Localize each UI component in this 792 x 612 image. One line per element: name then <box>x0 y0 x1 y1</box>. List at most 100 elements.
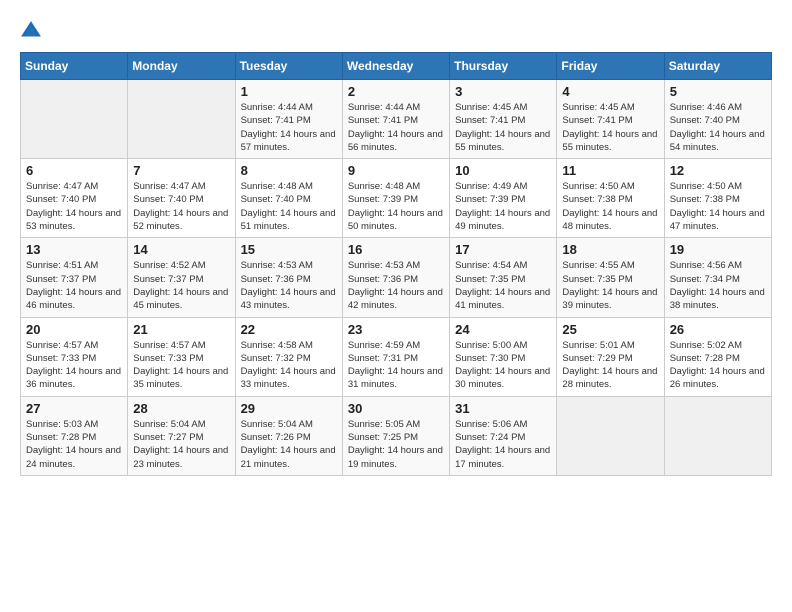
weekday-header-sunday: Sunday <box>21 53 128 80</box>
calendar-cell: 24 Sunrise: 5:00 AM Sunset: 7:30 PM Dayli… <box>450 317 557 396</box>
page-header <box>20 20 772 42</box>
day-info: Sunrise: 5:03 AM Sunset: 7:28 PM Dayligh… <box>26 418 122 471</box>
calendar-cell: 9 Sunrise: 4:48 AM Sunset: 7:39 PM Daylig… <box>342 159 449 238</box>
day-number: 22 <box>241 322 337 337</box>
calendar-cell: 6Sunrise: 4:47 AM Sunset: 7:40 PM Daylig… <box>21 159 128 238</box>
day-info: Sunrise: 4:57 AM Sunset: 7:33 PM Dayligh… <box>133 339 229 392</box>
day-info: Sunrise: 5:02 AM Sunset: 7:28 PM Dayligh… <box>670 339 766 392</box>
day-number: 20 <box>26 322 122 337</box>
calendar-cell <box>557 396 664 475</box>
day-number: 9 <box>348 163 444 178</box>
day-number: 11 <box>562 163 658 178</box>
calendar-cell: 7 Sunrise: 4:47 AM Sunset: 7:40 PM Daylig… <box>128 159 235 238</box>
day-info: Sunrise: 5:04 AM Sunset: 7:26 PM Dayligh… <box>241 418 337 471</box>
day-number: 4 <box>562 84 658 99</box>
day-number: 31 <box>455 401 551 416</box>
calendar-cell <box>128 80 235 159</box>
day-info: Sunrise: 5:05 AM Sunset: 7:25 PM Dayligh… <box>348 418 444 471</box>
logo <box>20 20 46 42</box>
day-info: Sunrise: 4:44 AM Sunset: 7:41 PM Dayligh… <box>241 101 337 154</box>
calendar-cell: 25 Sunrise: 5:01 AM Sunset: 7:29 PM Dayli… <box>557 317 664 396</box>
day-info: Sunrise: 4:44 AM Sunset: 7:41 PM Dayligh… <box>348 101 444 154</box>
weekday-header-thursday: Thursday <box>450 53 557 80</box>
day-info: Sunrise: 4:46 AM Sunset: 7:40 PM Dayligh… <box>670 101 766 154</box>
calendar-cell: 1Sunrise: 4:44 AM Sunset: 7:41 PM Daylig… <box>235 80 342 159</box>
day-info: Sunrise: 4:48 AM Sunset: 7:40 PM Dayligh… <box>241 180 337 233</box>
calendar-cell: 19Sunrise: 4:56 AM Sunset: 7:34 PM Dayli… <box>664 238 771 317</box>
calendar-cell: 15Sunrise: 4:53 AM Sunset: 7:36 PM Dayli… <box>235 238 342 317</box>
day-number: 12 <box>670 163 766 178</box>
day-info: Sunrise: 4:47 AM Sunset: 7:40 PM Dayligh… <box>133 180 229 233</box>
day-number: 8 <box>241 163 337 178</box>
day-info: Sunrise: 4:54 AM Sunset: 7:35 PM Dayligh… <box>455 259 551 312</box>
day-info: Sunrise: 4:53 AM Sunset: 7:36 PM Dayligh… <box>348 259 444 312</box>
calendar-week-row: 1Sunrise: 4:44 AM Sunset: 7:41 PM Daylig… <box>21 80 772 159</box>
day-info: Sunrise: 5:04 AM Sunset: 7:27 PM Dayligh… <box>133 418 229 471</box>
calendar-table: SundayMondayTuesdayWednesdayThursdayFrid… <box>20 52 772 476</box>
day-info: Sunrise: 4:52 AM Sunset: 7:37 PM Dayligh… <box>133 259 229 312</box>
calendar-cell: 2 Sunrise: 4:44 AM Sunset: 7:41 PM Daylig… <box>342 80 449 159</box>
calendar-cell <box>21 80 128 159</box>
day-info: Sunrise: 4:56 AM Sunset: 7:34 PM Dayligh… <box>670 259 766 312</box>
calendar-cell: 5Sunrise: 4:46 AM Sunset: 7:40 PM Daylig… <box>664 80 771 159</box>
calendar-cell: 21 Sunrise: 4:57 AM Sunset: 7:33 PM Dayli… <box>128 317 235 396</box>
calendar-cell: 13Sunrise: 4:51 AM Sunset: 7:37 PM Dayli… <box>21 238 128 317</box>
weekday-header-monday: Monday <box>128 53 235 80</box>
calendar-cell: 11 Sunrise: 4:50 AM Sunset: 7:38 PM Dayli… <box>557 159 664 238</box>
day-number: 17 <box>455 242 551 257</box>
calendar-cell: 10 Sunrise: 4:49 AM Sunset: 7:39 PM Dayli… <box>450 159 557 238</box>
calendar-cell: 22 Sunrise: 4:58 AM Sunset: 7:32 PM Dayli… <box>235 317 342 396</box>
day-number: 21 <box>133 322 229 337</box>
calendar-cell: 23Sunrise: 4:59 AM Sunset: 7:31 PM Dayli… <box>342 317 449 396</box>
calendar-week-row: 13Sunrise: 4:51 AM Sunset: 7:37 PM Dayli… <box>21 238 772 317</box>
calendar-cell <box>664 396 771 475</box>
day-number: 15 <box>241 242 337 257</box>
calendar-week-row: 27 Sunrise: 5:03 AM Sunset: 7:28 PM Dayli… <box>21 396 772 475</box>
day-number: 23 <box>348 322 444 337</box>
day-info: Sunrise: 4:45 AM Sunset: 7:41 PM Dayligh… <box>562 101 658 154</box>
day-info: Sunrise: 4:58 AM Sunset: 7:32 PM Dayligh… <box>241 339 337 392</box>
day-info: Sunrise: 4:55 AM Sunset: 7:35 PM Dayligh… <box>562 259 658 312</box>
day-number: 2 <box>348 84 444 99</box>
day-number: 26 <box>670 322 766 337</box>
day-number: 10 <box>455 163 551 178</box>
day-number: 29 <box>241 401 337 416</box>
day-info: Sunrise: 4:49 AM Sunset: 7:39 PM Dayligh… <box>455 180 551 233</box>
calendar-cell: 8 Sunrise: 4:48 AM Sunset: 7:40 PM Daylig… <box>235 159 342 238</box>
day-info: Sunrise: 4:57 AM Sunset: 7:33 PM Dayligh… <box>26 339 122 392</box>
day-number: 27 <box>26 401 122 416</box>
day-number: 7 <box>133 163 229 178</box>
day-info: Sunrise: 4:50 AM Sunset: 7:38 PM Dayligh… <box>562 180 658 233</box>
logo-icon <box>20 20 42 42</box>
day-number: 28 <box>133 401 229 416</box>
day-info: Sunrise: 4:50 AM Sunset: 7:38 PM Dayligh… <box>670 180 766 233</box>
day-number: 14 <box>133 242 229 257</box>
day-number: 6 <box>26 163 122 178</box>
calendar-header-row: SundayMondayTuesdayWednesdayThursdayFrid… <box>21 53 772 80</box>
day-info: Sunrise: 5:01 AM Sunset: 7:29 PM Dayligh… <box>562 339 658 392</box>
calendar-week-row: 6 Sunrise: 4:47 AM Sunset: 7:40 PM Daylig… <box>21 159 772 238</box>
calendar-cell: 18Sunrise: 4:55 AM Sunset: 7:35 PM Dayli… <box>557 238 664 317</box>
calendar-cell: 20 Sunrise: 4:57 AM Sunset: 7:33 PM Dayli… <box>21 317 128 396</box>
calendar-cell: 27 Sunrise: 5:03 AM Sunset: 7:28 PM Dayli… <box>21 396 128 475</box>
calendar-cell: 16Sunrise: 4:53 AM Sunset: 7:36 PM Dayli… <box>342 238 449 317</box>
calendar-cell: 4 Sunrise: 4:45 AM Sunset: 7:41 PM Daylig… <box>557 80 664 159</box>
day-info: Sunrise: 4:48 AM Sunset: 7:39 PM Dayligh… <box>348 180 444 233</box>
day-number: 3 <box>455 84 551 99</box>
day-info: Sunrise: 4:45 AM Sunset: 7:41 PM Dayligh… <box>455 101 551 154</box>
calendar-cell: 3 Sunrise: 4:45 AM Sunset: 7:41 PM Daylig… <box>450 80 557 159</box>
day-number: 13 <box>26 242 122 257</box>
day-number: 24 <box>455 322 551 337</box>
calendar-week-row: 20 Sunrise: 4:57 AM Sunset: 7:33 PM Dayli… <box>21 317 772 396</box>
day-number: 25 <box>562 322 658 337</box>
calendar-cell: 29 Sunrise: 5:04 AM Sunset: 7:26 PM Dayli… <box>235 396 342 475</box>
weekday-header-saturday: Saturday <box>664 53 771 80</box>
day-info: Sunrise: 5:06 AM Sunset: 7:24 PM Dayligh… <box>455 418 551 471</box>
weekday-header-friday: Friday <box>557 53 664 80</box>
calendar-cell: 26 Sunrise: 5:02 AM Sunset: 7:28 PM Dayli… <box>664 317 771 396</box>
day-number: 30 <box>348 401 444 416</box>
calendar-cell: 30 Sunrise: 5:05 AM Sunset: 7:25 PM Dayli… <box>342 396 449 475</box>
calendar-cell: 17 Sunrise: 4:54 AM Sunset: 7:35 PM Dayli… <box>450 238 557 317</box>
day-info: Sunrise: 5:00 AM Sunset: 7:30 PM Dayligh… <box>455 339 551 392</box>
calendar-cell: 31 Sunrise: 5:06 AM Sunset: 7:24 PM Dayli… <box>450 396 557 475</box>
